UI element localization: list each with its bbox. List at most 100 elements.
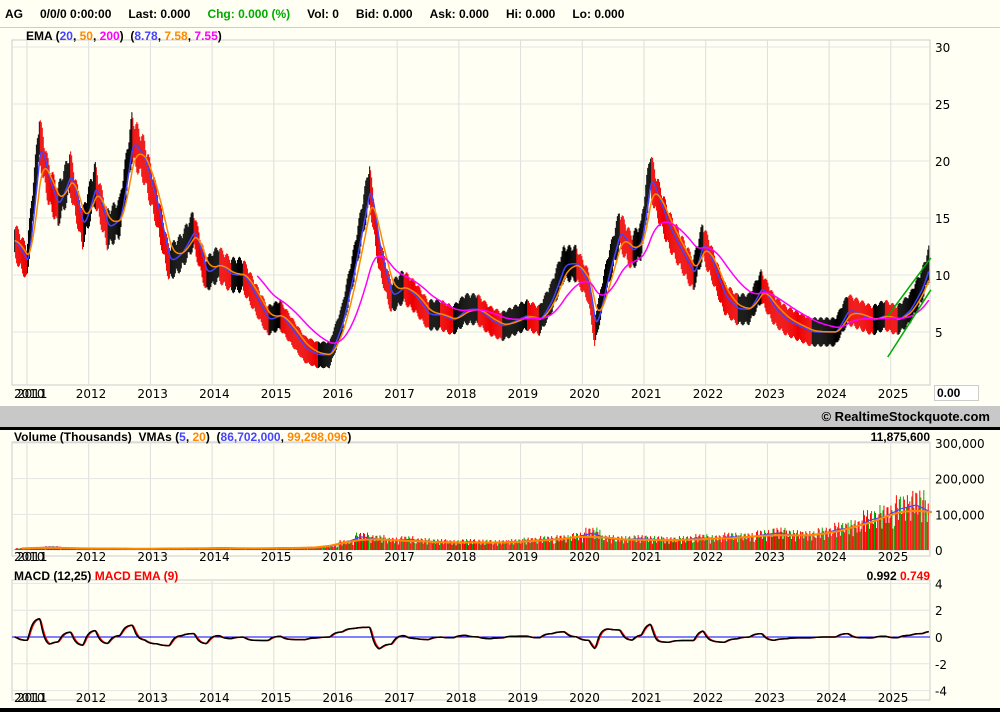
volume-bar bbox=[579, 532, 581, 550]
volume-bar bbox=[895, 495, 897, 550]
volume-bar bbox=[735, 532, 737, 550]
volume-bar bbox=[527, 537, 529, 550]
volume-bar bbox=[386, 543, 388, 550]
volume-bar bbox=[732, 533, 734, 550]
volume-bar bbox=[920, 497, 922, 550]
volume-bar bbox=[902, 496, 904, 550]
volume-bar bbox=[517, 543, 519, 550]
ema-label: EMA bbox=[26, 29, 53, 43]
volume-bar bbox=[803, 538, 805, 550]
macd-ema-label: MACD EMA (9) bbox=[94, 569, 179, 583]
x-tick-label: 2025 bbox=[878, 550, 909, 564]
volume-bar bbox=[480, 544, 482, 550]
x-tick-label: 2023 bbox=[754, 550, 785, 564]
volume-bar bbox=[585, 527, 587, 550]
macd-line bbox=[14, 617, 929, 650]
x-tick-label: 2024 bbox=[816, 691, 847, 705]
volume-bar bbox=[599, 529, 601, 550]
volume-bar bbox=[581, 542, 583, 550]
volume-bar bbox=[885, 522, 887, 550]
volume-bar bbox=[554, 543, 556, 550]
volume-bar bbox=[675, 542, 677, 550]
volume-bar bbox=[635, 542, 637, 550]
volume-bar bbox=[921, 522, 923, 550]
volume-bar bbox=[613, 538, 615, 550]
volume-bar bbox=[864, 515, 866, 550]
y-tick-label: 4 bbox=[935, 577, 943, 591]
vma5-value: 86,702,000 bbox=[220, 430, 281, 444]
volume-bar bbox=[349, 543, 351, 550]
volume-bar bbox=[926, 522, 928, 550]
volume-bar bbox=[544, 536, 546, 550]
volume-bar bbox=[650, 536, 652, 550]
volume-bar bbox=[787, 536, 789, 550]
volume-bar bbox=[345, 544, 347, 550]
volume-bar bbox=[916, 493, 918, 550]
volume-bar bbox=[355, 535, 357, 550]
vma-label: VMAs bbox=[138, 430, 172, 444]
y-tick-label: 0 bbox=[935, 631, 943, 645]
volume-bar bbox=[588, 528, 590, 550]
volume-bar bbox=[558, 541, 560, 550]
volume-bar bbox=[14, 549, 16, 550]
y-tick-label: 200,000 bbox=[935, 473, 985, 487]
volume-bar bbox=[780, 527, 782, 550]
x-tick-label: 2020 bbox=[569, 550, 600, 564]
volume-bar bbox=[334, 545, 336, 550]
volume-bar bbox=[649, 539, 651, 550]
x-tick-label: 2018 bbox=[446, 691, 477, 705]
volume-bar bbox=[325, 547, 327, 550]
volume-bar bbox=[432, 543, 434, 550]
volume-bar bbox=[838, 522, 840, 550]
volume-bar bbox=[568, 537, 570, 550]
volume-bar bbox=[804, 536, 806, 550]
volume-bar bbox=[337, 546, 339, 550]
x-tick-label: 2020 bbox=[569, 691, 600, 705]
volume-bar bbox=[766, 541, 768, 550]
volume-bar bbox=[390, 541, 392, 550]
volume-bar bbox=[654, 536, 656, 550]
volume-bar bbox=[370, 543, 372, 550]
volume-bar bbox=[695, 534, 697, 550]
volume-bar bbox=[835, 525, 837, 550]
volume-bar bbox=[372, 535, 374, 550]
volume-bar bbox=[923, 490, 925, 550]
volume-last: 11,875,600 bbox=[870, 430, 930, 444]
volume-bar bbox=[899, 496, 901, 550]
volume-bar bbox=[607, 538, 609, 550]
x-tick-label: 2014 bbox=[199, 550, 230, 564]
volume-bar bbox=[702, 534, 704, 550]
volume-bar bbox=[379, 535, 381, 550]
volume-bar bbox=[659, 540, 661, 550]
x-tick-label: 2021 bbox=[631, 387, 662, 401]
x-tick-label: 2022 bbox=[693, 387, 724, 401]
x-tick-label: 2016 bbox=[323, 550, 354, 564]
volume-bar bbox=[872, 523, 874, 550]
volume-bar bbox=[570, 540, 572, 550]
volume-bar bbox=[661, 536, 663, 550]
volume-bar bbox=[820, 532, 822, 550]
volume-bar bbox=[799, 531, 801, 550]
volume-bar bbox=[817, 528, 819, 550]
volume-bar bbox=[633, 535, 635, 550]
volume-bar bbox=[504, 543, 506, 550]
volume-bar bbox=[818, 529, 820, 550]
volume-bar bbox=[705, 538, 707, 550]
x-tick-label: 2023 bbox=[754, 691, 785, 705]
vma20-value: 99,298,096 bbox=[287, 430, 348, 444]
chart-canvas[interactable]: 20102011 2012 2013 2014 2015 2016 2017 2018 2019… bbox=[0, 0, 1000, 712]
volume-bar bbox=[791, 534, 793, 550]
volume-bar bbox=[492, 544, 494, 550]
macd-legend: MACD (12,25) MACD EMA (9) bbox=[14, 569, 178, 583]
x-tick-label: 2016 bbox=[323, 691, 354, 705]
volume-bar bbox=[477, 542, 479, 550]
volume-bar bbox=[894, 503, 896, 550]
volume-bar bbox=[821, 527, 823, 550]
volume-bar bbox=[20, 548, 22, 550]
x-tick-label: 2011 bbox=[17, 387, 48, 401]
x-tick-label: 2016 bbox=[323, 387, 354, 401]
volume-bar bbox=[776, 527, 778, 550]
volume-bar bbox=[730, 539, 732, 550]
volume-bar bbox=[589, 528, 591, 550]
volume-bar bbox=[551, 536, 553, 550]
